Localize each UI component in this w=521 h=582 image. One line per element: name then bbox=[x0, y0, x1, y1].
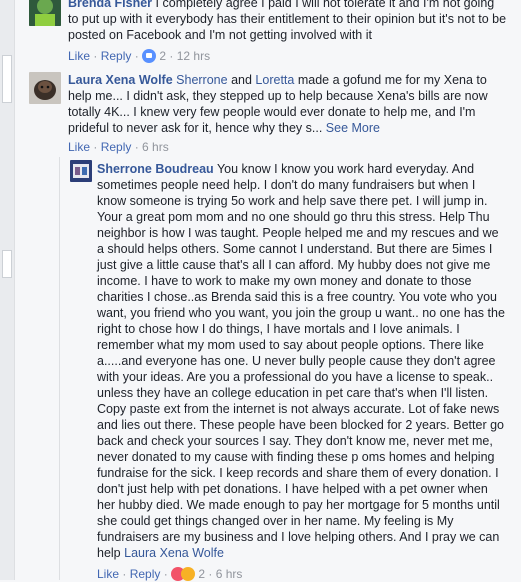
sidebar-widget bbox=[2, 55, 12, 103]
reply-link[interactable]: Reply bbox=[130, 567, 161, 581]
avatar-brenda[interactable] bbox=[29, 0, 61, 26]
reply-link[interactable]: Reply bbox=[101, 140, 132, 154]
mention-loretta[interactable]: Loretta bbox=[255, 73, 294, 87]
see-more-link[interactable]: See More bbox=[326, 121, 380, 135]
comment-author[interactable]: Laura Xena Wolfe bbox=[68, 73, 173, 87]
timestamp[interactable]: 6 hrs bbox=[142, 140, 169, 154]
comment-actions: Like · Reply · 6 hrs bbox=[68, 140, 169, 154]
haha-reaction-icon[interactable] bbox=[181, 567, 196, 581]
reply-link[interactable]: Reply bbox=[101, 49, 132, 63]
sidebar-widget bbox=[2, 250, 12, 278]
comment-author[interactable]: Sherrone Boudreau bbox=[97, 162, 214, 176]
timestamp[interactable]: 6 hrs bbox=[216, 567, 243, 581]
comment-text: You know I know you work hard everyday. … bbox=[97, 162, 505, 560]
avatar-laura[interactable] bbox=[29, 72, 61, 104]
comment-actions: Like · Reply · 2 · 12 hrs bbox=[68, 49, 211, 63]
comment-author[interactable]: Brenda Fisher bbox=[68, 0, 152, 10]
mention-sherrone[interactable]: Sherrone bbox=[176, 73, 227, 87]
left-sidebar-edge bbox=[0, 0, 15, 580]
avatar-image bbox=[70, 160, 92, 182]
timestamp[interactable]: 12 hrs bbox=[177, 49, 210, 63]
like-link[interactable]: Like bbox=[68, 140, 90, 154]
like-link[interactable]: Like bbox=[68, 49, 90, 63]
comment-conjunction: and bbox=[231, 73, 252, 87]
reply-thread-line bbox=[59, 157, 60, 580]
reaction-count[interactable]: 2 bbox=[159, 49, 166, 63]
avatar-sherrone[interactable] bbox=[70, 160, 92, 182]
like-reaction-icon[interactable] bbox=[142, 49, 157, 63]
comment-body: Sherrone Boudreau You know I know you wo… bbox=[97, 161, 507, 561]
comment-body: Brenda Fisher I completely agree I paid … bbox=[68, 0, 508, 43]
avatar-image bbox=[29, 0, 61, 26]
avatar-image bbox=[29, 72, 61, 104]
comment-body: Laura Xena Wolfe Sherrone and Loretta ma… bbox=[68, 72, 508, 136]
like-link[interactable]: Like bbox=[97, 567, 119, 581]
mention-laura[interactable]: Laura Xena Wolfe bbox=[124, 546, 224, 560]
reaction-count[interactable]: 2 bbox=[198, 567, 205, 581]
